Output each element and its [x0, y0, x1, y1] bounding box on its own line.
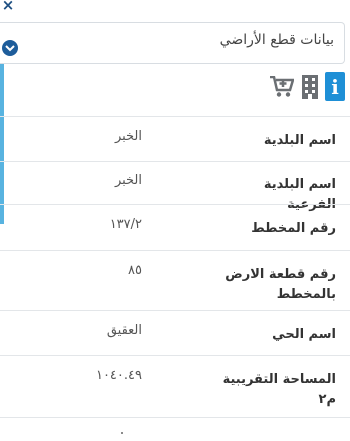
table-row: رقم قطعة الارض بالمخطط ٨٥	[0, 250, 350, 310]
close-icon[interactable]: ×	[1, 0, 15, 13]
field-value: ١٣٧/٢	[109, 217, 142, 232]
field-label: المساحة التقريبية م٢	[222, 372, 336, 407]
field-value: الخبر	[114, 173, 142, 188]
attributes-table: اسم البلدية الخبر اسم البلدية الفرعية ال…	[0, 116, 350, 438]
field-label: رقم قطعة الارض بالمخطط	[225, 267, 336, 302]
table-row: رقم المخطط ١٣٧/٢	[0, 204, 350, 250]
value-dot	[121, 432, 123, 434]
field-label: اسم الحي	[272, 327, 336, 342]
table-row: اسم البلدية الخبر	[0, 116, 350, 161]
field-value: ١٠٤٠.٤٩	[95, 368, 142, 383]
panel-title: بيانات قطع الأراضي	[219, 32, 334, 48]
chevron-down-icon[interactable]	[2, 40, 18, 56]
info-glyph: i	[331, 75, 339, 99]
table-row: المساحة التقريبية م٢ ١٠٤٠.٤٩	[0, 355, 350, 417]
toolbar: i	[255, 72, 345, 102]
table-row: اسم الحي العقيق	[0, 310, 350, 355]
field-label: اسم البلدية	[263, 133, 336, 148]
building-icon[interactable]	[300, 75, 320, 103]
field-value: الخبر	[114, 129, 142, 144]
field-value: العقيق	[106, 323, 142, 338]
table-row	[0, 417, 350, 438]
table-row: اسم البلدية الفرعية الخبر	[0, 161, 350, 212]
add-to-cart-icon[interactable]	[270, 75, 295, 102]
field-label: رقم المخطط	[251, 221, 336, 236]
panel-header: بيانات قطع الأراضي	[0, 22, 345, 64]
info-icon[interactable]: i	[325, 72, 345, 101]
field-value: ٨٥	[128, 263, 142, 278]
